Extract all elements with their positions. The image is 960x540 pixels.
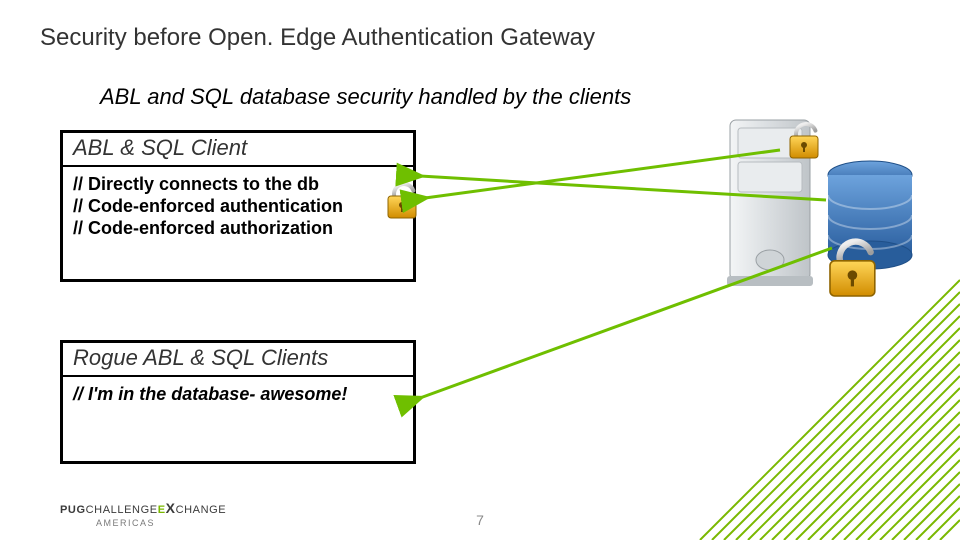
padlock-open-icon	[830, 237, 875, 296]
page-number: 7	[476, 512, 484, 528]
decorative-hatch	[700, 280, 960, 540]
client-code-line-1: // Directly connects to the db	[73, 173, 403, 195]
client-code-line-2: // Code-enforced authentication	[73, 195, 403, 217]
slide-title: Security before Open. Edge Authenticatio…	[40, 24, 595, 52]
server-icon	[727, 120, 813, 286]
rogue-box: Rogue ABL & SQL Clients // I'm in the da…	[60, 340, 416, 464]
database-icon	[828, 161, 912, 269]
slide-subtitle: ABL and SQL database security handled by…	[100, 84, 631, 110]
client-box: ABL & SQL Client // Directly connects to…	[60, 130, 416, 282]
arrow-auth	[425, 150, 780, 198]
footer-region: AMERICAS	[96, 518, 155, 528]
client-code-line-3: // Code-enforced authorization	[73, 217, 403, 239]
footer-brand-e: E	[158, 504, 166, 516]
client-box-heading: ABL & SQL Client	[63, 133, 413, 165]
arrow-connect-db	[420, 176, 826, 200]
rogue-box-heading: Rogue ABL & SQL Clients	[63, 343, 413, 375]
footer-brand-change: CHANGE	[176, 504, 227, 516]
arrow-rogue	[420, 248, 832, 398]
rogue-code-line: // I'm in the database- awesome!	[73, 383, 403, 405]
footer-brand-challenge: CHALLENGE	[86, 504, 158, 516]
footer-logo: PUGCHALLENGEEXCHANGE	[60, 500, 226, 516]
footer-brand-pug: PUG	[60, 504, 86, 516]
padlock-open-icon	[790, 121, 818, 158]
footer-brand-x: X	[166, 500, 176, 516]
